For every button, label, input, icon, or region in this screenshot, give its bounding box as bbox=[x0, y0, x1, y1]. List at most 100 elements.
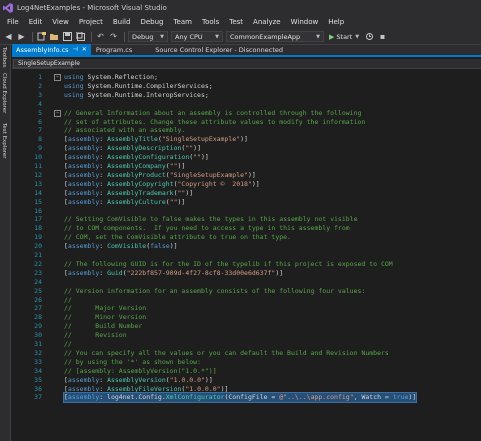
code-token: : bbox=[99, 179, 108, 188]
code-line[interactable]: 10 [assembly: AssemblyConfiguration("")] bbox=[12, 153, 481, 162]
tab-program[interactable]: Program.cs bbox=[92, 44, 136, 55]
back-arrow-icon[interactable]: ◀ bbox=[3, 31, 14, 42]
code-editor[interactable]: 1− using System.Reflection; 2 using System.… bbox=[12, 70, 481, 441]
menu-debug[interactable]: Debug bbox=[135, 18, 168, 26]
code-line[interactable]: 7 // associated with an assembly. bbox=[12, 126, 481, 135]
menu-team[interactable]: Team bbox=[168, 18, 197, 26]
menu-tools[interactable]: Tools bbox=[197, 18, 224, 26]
undo-icon[interactable]: ↶ bbox=[95, 31, 106, 42]
code-line[interactable]: 31 // bbox=[12, 340, 481, 349]
code-token: assembly bbox=[67, 162, 100, 170]
code-line[interactable]: 14 [assembly: AssemblyTrademark("")] bbox=[12, 189, 481, 198]
code-line[interactable]: 11 [assembly: AssemblyCompany("")] bbox=[12, 162, 481, 171]
code-line[interactable]: 20 [assembly: ComVisible(false)] bbox=[12, 242, 481, 251]
attach-icon[interactable] bbox=[364, 31, 375, 42]
side-tab-toolbox[interactable]: Toolbox bbox=[1, 47, 7, 68]
code-line[interactable]: 26 // bbox=[12, 296, 481, 305]
code-line[interactable]: 33 // by using the '*' as shown below: bbox=[12, 358, 481, 367]
line-number: 15 bbox=[34, 197, 42, 206]
code-token: AssemblyCulture bbox=[107, 197, 166, 206]
code-token: )] bbox=[220, 384, 229, 393]
code-line[interactable]: 6 // set of attributes. Change these attr… bbox=[12, 118, 481, 127]
code-token: : log4net.Config. bbox=[99, 393, 166, 402]
code-line[interactable]: 32 // You can specify all the values or y… bbox=[12, 349, 481, 358]
code-token: XmlConfigurator bbox=[165, 393, 225, 402]
side-tab-test-explorer[interactable]: Test Explorer bbox=[1, 123, 7, 158]
code-line[interactable]: 1 − using System.Reflection; bbox=[12, 73, 481, 82]
code-line[interactable]: 18 // to COM components. If you need to a… bbox=[12, 224, 481, 233]
code-line[interactable]: 27 // Major Version bbox=[12, 304, 481, 313]
code-line[interactable]: 30 // Revision bbox=[12, 331, 481, 340]
code-token: // [assembly: AssemblyVersion("1.0.*")] bbox=[64, 366, 217, 375]
standard-toolbar: ◀ ▶ ↶ ↷ Debug ▼ Any CPU ▼ CommonExampleA… bbox=[0, 29, 481, 45]
line-number: 33 bbox=[34, 357, 42, 366]
menu-project[interactable]: Project bbox=[74, 18, 108, 26]
code-line[interactable]: 13 [assembly: AssemblyCopyright("Copyrigh… bbox=[12, 180, 481, 189]
tab-assemblyinfo[interactable]: AssemblyInfo.cs ⊣ ✕ bbox=[12, 44, 91, 55]
code-line[interactable]: 24 bbox=[12, 278, 481, 287]
close-icon[interactable]: ✕ bbox=[82, 46, 87, 53]
code-token: // Minor Version bbox=[64, 313, 147, 322]
redo-icon[interactable]: ↷ bbox=[108, 31, 119, 42]
start-debugging-button[interactable]: ▶ Start ▼ bbox=[327, 31, 361, 42]
forward-arrow-icon[interactable]: ▶ bbox=[16, 31, 27, 42]
save-all-icon[interactable] bbox=[75, 31, 86, 42]
code-line[interactable]: 22 // The following GUID is for the ID of… bbox=[12, 260, 481, 269]
code-line[interactable]: 9 [assembly: AssemblyDescription("")] bbox=[12, 144, 481, 153]
menu-edit[interactable]: Edit bbox=[24, 18, 48, 26]
project-dropdown[interactable]: SingleSetupExample bbox=[13, 59, 80, 68]
code-line[interactable]: 25 // Version information for an assembly… bbox=[12, 287, 481, 296]
menu-help[interactable]: Help bbox=[323, 18, 349, 26]
code-line[interactable]: 8 [assembly: AssemblyTitle("SingleSetupEx… bbox=[12, 135, 481, 144]
solution-platform-dropdown[interactable]: Any CPU ▼ bbox=[171, 31, 223, 42]
new-project-icon[interactable] bbox=[36, 31, 47, 42]
side-tab-cloud-explorer[interactable]: Cloud Explorer bbox=[1, 73, 7, 113]
code-line[interactable]: 21 bbox=[12, 251, 481, 260]
solution-configuration-dropdown[interactable]: Debug ▼ bbox=[128, 31, 168, 42]
code-line[interactable]: 12 [assembly: AssemblyProduct("SingleSetu… bbox=[12, 171, 481, 180]
collapse-icon[interactable]: − bbox=[54, 74, 61, 81]
menu-window[interactable]: Window bbox=[286, 18, 324, 26]
toolbar-options-icon[interactable]: ▪ bbox=[377, 31, 388, 42]
code-line[interactable]: 3 using System.Runtime.InteropServices; bbox=[12, 91, 481, 100]
code-line[interactable]: 19 // COM, set the ComVisible attribute t… bbox=[12, 233, 481, 242]
code-line[interactable]: 37 [assembly: log4net.Config.XmlConfigura… bbox=[12, 392, 481, 404]
menu-file[interactable]: File bbox=[2, 18, 24, 26]
code-line[interactable]: 35 [assembly: AssemblyVersion("1.0.0.0")] bbox=[12, 376, 481, 385]
startup-project-dropdown[interactable]: CommonExampleApp ▼ bbox=[226, 31, 324, 42]
code-line[interactable]: 15 [assembly: AssemblyCulture("")] bbox=[12, 198, 481, 207]
code-line[interactable]: 29 // Build Number bbox=[12, 322, 481, 331]
code-token: AssemblyProduct bbox=[107, 170, 166, 179]
code-line[interactable]: 34 // [assembly: AssemblyVersion("1.0.*")… bbox=[12, 367, 481, 376]
menu-view[interactable]: View bbox=[47, 18, 74, 26]
open-folder-icon[interactable] bbox=[49, 31, 60, 42]
code-token: "Copyright © 2018" bbox=[177, 179, 252, 188]
menu-test[interactable]: Test bbox=[224, 18, 248, 26]
code-line[interactable]: 4 bbox=[12, 100, 481, 109]
save-icon[interactable] bbox=[62, 31, 73, 42]
code-line[interactable]: 36 [assembly: AssemblyFileVersion("1.0.0.… bbox=[12, 385, 481, 394]
menu-build[interactable]: Build bbox=[108, 18, 136, 26]
code-line[interactable]: 28 // Minor Version bbox=[12, 313, 481, 322]
collapse-icon[interactable]: − bbox=[54, 109, 61, 117]
code-token: assembly bbox=[67, 393, 100, 402]
code-token: )] bbox=[247, 170, 256, 179]
code-text: // [assembly: AssemblyVersion("1.0.*")] bbox=[64, 367, 217, 376]
code-line[interactable]: 5 −// General Information about an assemb… bbox=[12, 109, 481, 118]
line-number: 12 bbox=[34, 170, 42, 179]
code-text: // associated with an assembly. bbox=[64, 126, 185, 135]
line-number: 35 bbox=[34, 375, 42, 384]
code-text: [assembly: AssemblyCulture("")] bbox=[64, 198, 185, 207]
start-label: Start bbox=[336, 32, 353, 41]
code-line[interactable]: 2 using System.Runtime.CompilerServices; bbox=[12, 82, 481, 91]
code-line[interactable]: 23 [assembly: Guid("222bf857-909d-4f27-8c… bbox=[12, 269, 481, 278]
pin-icon[interactable]: ⊣ bbox=[73, 46, 78, 53]
code-line[interactable]: 17 // Setting ComVisible to false makes t… bbox=[12, 215, 481, 224]
code-token: )] bbox=[185, 188, 194, 197]
code-token: // by using the '*' as shown below: bbox=[64, 357, 201, 366]
tab-source-control-explorer[interactable]: Source Control Explorer - Disconnected bbox=[151, 44, 287, 55]
code-line[interactable]: 16 bbox=[12, 207, 481, 216]
code-token: assembly bbox=[67, 170, 100, 179]
menu-analyze[interactable]: Analyze bbox=[248, 18, 286, 26]
code-token: // General Information about an assembly… bbox=[64, 108, 362, 117]
